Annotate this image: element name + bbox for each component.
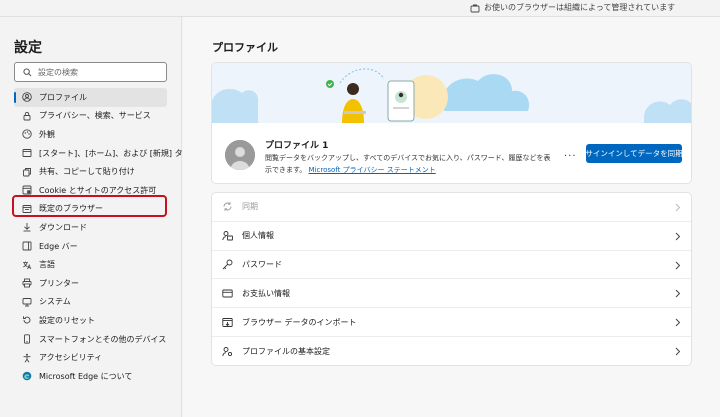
cookie-icon — [22, 185, 32, 195]
row-label: 個人情報 — [242, 231, 274, 241]
sidebar-item-label: [スタート]、[ホーム]、および [新規] タブ — [39, 148, 191, 158]
sidebar-item-label: 言語 — [39, 260, 55, 270]
edge-logo-icon — [22, 371, 32, 381]
sidebar-title: 設定 — [14, 40, 42, 56]
search-icon — [23, 67, 32, 76]
card-icon — [222, 288, 233, 299]
sidebar-item-label: システム — [39, 297, 71, 307]
sidebar-nav: プロファイル プライバシー、検索、サービス 外観 [スタート]、[ホーム]、およ… — [14, 88, 191, 386]
start-home-icon — [22, 148, 32, 158]
language-icon — [22, 260, 32, 270]
sidebar-item-share[interactable]: 共有、コピーして貼り付け — [14, 162, 167, 181]
profile-icon — [22, 92, 32, 103]
top-bar: お使いのブラウザーは組織によって管理されています — [0, 0, 720, 17]
row-label: ブラウザー データのインポート — [242, 317, 357, 327]
edge-bar-icon — [22, 241, 32, 251]
sidebar-item-appearance[interactable]: 外観 — [14, 125, 167, 144]
search-input[interactable] — [38, 67, 158, 77]
highlight-annotation-box — [12, 195, 167, 217]
row-label: プロファイルの基本設定 — [242, 346, 330, 356]
row-label: パスワード — [242, 259, 282, 269]
main-content: プロファイル プロファイル 1 閲覧データをバックアップし、すべてのデバイスでお… — [183, 17, 720, 417]
printer-icon — [22, 278, 32, 288]
row-label: 同期 — [242, 202, 258, 212]
profile-card: プロファイル 1 閲覧データをバックアップし、すべてのデバイスでお気に入り、パス… — [211, 62, 692, 184]
page-title: プロファイル — [212, 41, 278, 54]
sidebar-item-label: プライバシー、検索、サービス — [39, 111, 151, 121]
sidebar-item-reset[interactable]: 設定のリセット — [14, 311, 167, 330]
chevron-right-icon — [675, 347, 681, 356]
sidebar-item-phone[interactable]: スマートフォンとその他のデバイス — [14, 330, 167, 349]
briefcase-icon — [470, 4, 480, 12]
sidebar-item-profile[interactable]: プロファイル — [14, 88, 167, 107]
sync-icon — [222, 201, 233, 212]
sidebar-item-label: Microsoft Edge について — [39, 371, 133, 381]
share-icon — [22, 167, 32, 177]
phone-icon — [22, 334, 32, 344]
sidebar-item-about[interactable]: Microsoft Edge について — [14, 367, 167, 386]
sidebar-item-label: Edge バー — [39, 241, 78, 251]
reset-icon — [22, 315, 32, 325]
row-personal-info[interactable]: 個人情報 — [212, 222, 691, 251]
download-icon — [22, 222, 32, 232]
profile-description: 閲覧データをバックアップし、すべてのデバイスでお気に入り、パスワード、履歴などを… — [265, 152, 555, 176]
sign-in-sync-button[interactable]: サインインしてデータを同期 — [585, 144, 683, 163]
sidebar-item-system[interactable]: システム — [14, 293, 167, 312]
sidebar-item-label: アクセシビリティ — [39, 353, 103, 363]
sidebar-item-start-home[interactable]: [スタート]、[ホーム]、および [新規] タブ — [14, 144, 191, 163]
sidebar-item-edge-bar[interactable]: Edge バー — [14, 237, 167, 256]
appearance-icon — [22, 129, 32, 140]
row-profile-preferences[interactable]: プロファイルの基本設定 — [212, 337, 691, 365]
managed-notice-text: お使いのブラウザーは組織によって管理されています — [484, 3, 676, 12]
sidebar-item-downloads[interactable]: ダウンロード — [14, 218, 167, 237]
profile-settings-list: 同期 個人情報 パスワード お支払い情報 ブラウザー データのインポート プロフ… — [211, 192, 692, 366]
chevron-right-icon — [675, 203, 681, 212]
sidebar-item-label: スマートフォンとその他のデバイス — [39, 334, 167, 344]
accessibility-icon — [22, 353, 32, 363]
row-import-data[interactable]: ブラウザー データのインポート — [212, 308, 691, 337]
managed-notice[interactable]: お使いのブラウザーは組織によって管理されています — [470, 2, 675, 13]
chevron-right-icon — [675, 261, 681, 269]
sidebar-item-languages[interactable]: 言語 — [14, 255, 167, 274]
chevron-right-icon — [675, 290, 681, 298]
more-options-button[interactable]: ... — [564, 148, 577, 159]
profile-name: プロファイル 1 — [265, 141, 329, 151]
import-icon — [222, 317, 233, 328]
personal-info-icon — [222, 230, 233, 241]
profile-banner-illustration — [212, 63, 691, 123]
row-sync[interactable]: 同期 — [212, 193, 691, 222]
sidebar-item-label: 共有、コピーして貼り付け — [39, 167, 135, 177]
key-icon — [222, 259, 233, 270]
sidebar-item-label: プロファイル — [39, 92, 87, 102]
chevron-right-icon — [675, 232, 681, 241]
row-passwords[interactable]: パスワード — [212, 251, 691, 280]
avatar[interactable] — [225, 140, 255, 170]
sidebar-item-label: プリンター — [39, 278, 79, 288]
profile-settings-icon — [222, 346, 233, 357]
row-payment-info[interactable]: お支払い情報 — [212, 279, 691, 309]
settings-search[interactable] — [14, 62, 167, 82]
sidebar-item-accessibility[interactable]: アクセシビリティ — [14, 348, 167, 367]
sidebar-item-privacy[interactable]: プライバシー、検索、サービス — [14, 107, 167, 126]
chevron-right-icon — [675, 318, 681, 327]
sidebar-item-label: ダウンロード — [39, 222, 87, 232]
system-icon — [22, 297, 32, 307]
sidebar-item-label: 設定のリセット — [39, 315, 95, 325]
settings-sidebar: 設定 プロファイル プライバシー、検索、サービス 外観 [スタート]、[ホーム]… — [0, 17, 191, 417]
sidebar-item-printers[interactable]: プリンター — [14, 274, 167, 293]
lock-icon — [22, 111, 32, 121]
privacy-statement-link[interactable]: Microsoft プライバシー ステートメント — [309, 166, 436, 174]
row-label: お支払い情報 — [242, 288, 290, 298]
sidebar-item-label: 外観 — [39, 129, 55, 139]
